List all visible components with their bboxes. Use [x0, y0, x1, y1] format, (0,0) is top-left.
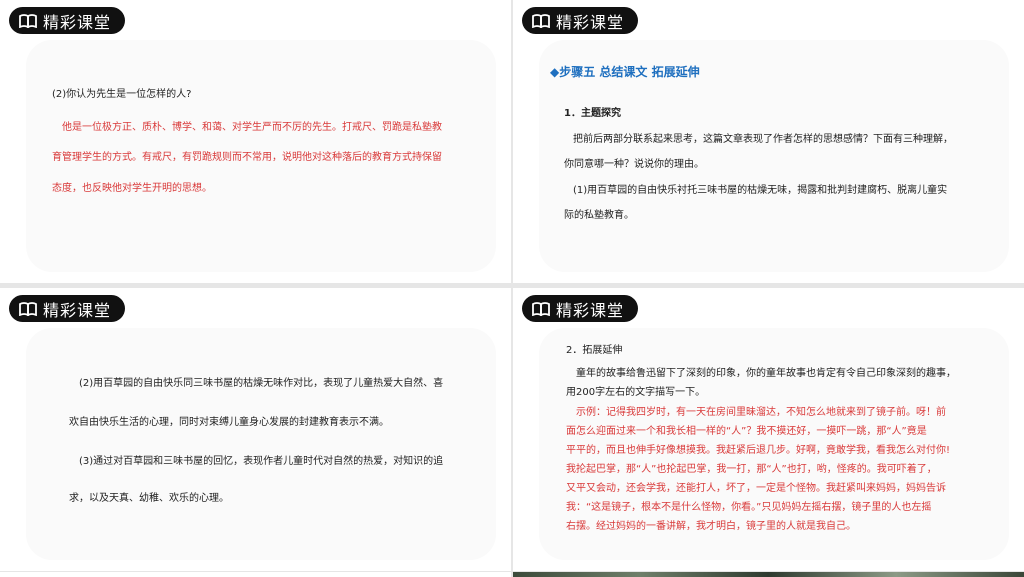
body-line-2: 欢自由快乐生活的心理，同时对束缚儿童身心发展的封建教育表示不满。 — [69, 417, 389, 428]
answer-line-1: 他是一位极方正、质朴、博学、和蔼、对学生严而不厉的先生。打戒尺、罚跪是私塾教 — [62, 122, 442, 133]
body-line-1: 把前后两部分联系起来思考，这篇文章表现了作者怎样的思想感情？下面有三种理解， — [573, 134, 953, 145]
section-title: 2．拓展延伸 — [566, 345, 623, 356]
example-line-2: 面怎么迎面过来一个和我长相一样的“人”？我不摸还好，一摸吓一跳，那“人”竟是 — [566, 426, 927, 437]
body-line-2: 用200字左右的文字描写一下。 — [566, 387, 706, 398]
answer-line-3: 态度，也反映他对学生开明的思想。 — [52, 183, 212, 194]
example-line-3: 平平的，而且也伸手好像想摸我。我赶紧后退几步。好啊，竟敢学我，看我怎么对付你! — [566, 445, 951, 456]
book-icon — [19, 301, 37, 316]
content-card — [26, 328, 496, 560]
step-heading: ◆步骤五 总结课文 拓展延伸 — [550, 65, 700, 79]
answer-line-2: 育管理学生的方式。有戒尺，有罚跪规则而不常用，说明他对这种落后的教育方式持保留 — [52, 152, 442, 163]
badge-label: 精彩课堂 — [556, 12, 625, 32]
example-line-7: 右摆。经过妈妈的一番讲解，我才明白，镜子里的人就是我自己。 — [566, 521, 856, 532]
book-icon — [19, 13, 37, 28]
badge-label: 精彩课堂 — [43, 12, 112, 32]
question-text: (2)你认为先生是一位怎样的人? — [52, 89, 192, 100]
body-line-2: 你同意哪一种？说说你的理由。 — [564, 159, 704, 170]
body-line-3: (1)用百草园的自由快乐衬托三味书屋的枯燥无味，揭露和批判封建腐朽、脱离儿童实 — [573, 185, 948, 196]
example-line-4: 我抡起巴掌，那“人”也抡起巴掌，我一打，那“人”也打，哟，怪疼的。我可吓着了， — [566, 464, 937, 475]
badge-label: 精彩课堂 — [43, 300, 112, 320]
slide-thumbnail-2[interactable]: 精彩课堂 ◆步骤五 总结课文 拓展延伸 1．主题探究 把前后两部分联系起来思考，… — [513, 0, 1024, 283]
book-icon — [532, 13, 550, 28]
body-line-3: (3)通过对百草园和三味书屋的回忆，表现作者儿童时代对自然的热爱，对知识的追 — [79, 456, 444, 467]
body-line-4: 际的私塾教育。 — [564, 210, 634, 221]
badge-label: 精彩课堂 — [556, 300, 625, 320]
section-badge: 精彩课堂 — [9, 295, 126, 322]
slide-thumbnail-3[interactable]: 精彩课堂 (2)用百草园的自由快乐同三味书屋的枯燥无味作对比，表现了儿童热爱大自… — [0, 288, 511, 571]
body-line-1: (2)用百草园的自由快乐同三味书屋的枯燥无味作对比，表现了儿童热爱大自然、喜 — [79, 378, 444, 389]
section-badge: 精彩课堂 — [522, 295, 639, 322]
body-line-4: 求，以及天真、幼稚、欢乐的心理。 — [69, 493, 229, 504]
section-badge: 精彩课堂 — [522, 7, 639, 34]
example-line-1: 示例：记得我四岁时，有一天在房间里昧溜达，不知怎么地就来到了镜子前。呀！前 — [576, 407, 946, 418]
slide-thumbnail-1[interactable]: 精彩课堂 (2)你认为先生是一位怎样的人? 他是一位极方正、质朴、博学、和蔼、对… — [0, 0, 511, 283]
section-title: 1．主题探究 — [564, 108, 621, 119]
example-line-6: 我：“这是镜子，根本不是什么怪物，你看。”只见妈妈左摇右摆，镜子里的人也左摇 — [566, 502, 932, 513]
example-line-5: 又平又会动，还会学我，还能打人，坏了，一定是个怪物。我赶紧叫来妈妈，妈妈告诉 — [566, 483, 946, 494]
book-icon — [532, 301, 550, 316]
slide-thumbnail-6[interactable] — [513, 572, 1024, 577]
slide-thumbnail-5[interactable] — [0, 572, 511, 577]
body-line-1: 童年的故事给鲁迅留下了深刻的印象，你的童年故事也肯定有令自己印象深刻的趣事， — [576, 368, 956, 379]
section-badge: 精彩课堂 — [9, 7, 126, 34]
slide-thumbnail-4[interactable]: 精彩课堂 2．拓展延伸 童年的故事给鲁迅留下了深刻的印象，你的童年故事也肯定有令… — [513, 288, 1024, 571]
